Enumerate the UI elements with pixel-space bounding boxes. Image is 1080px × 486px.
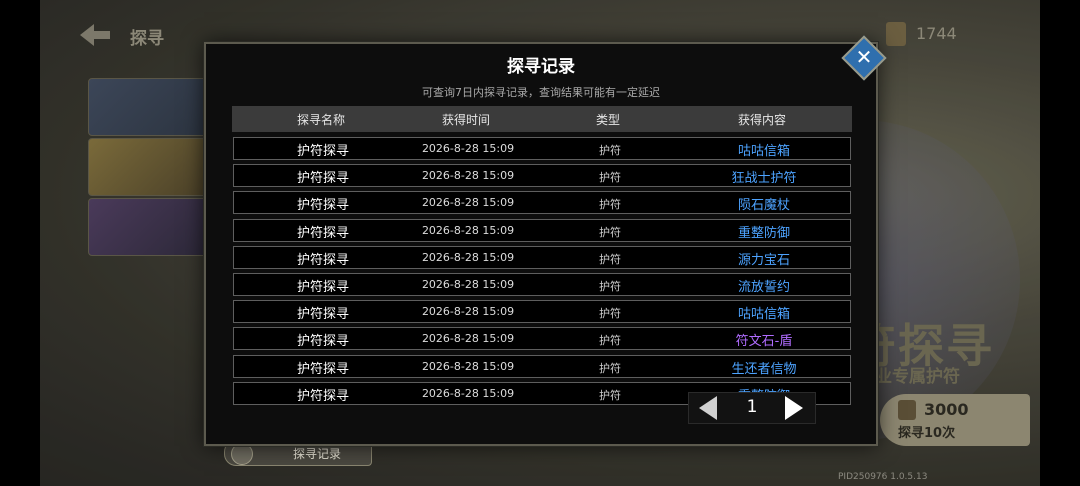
row-search-name: 护符探寻 xyxy=(296,198,349,214)
currency-icon xyxy=(898,400,916,420)
column-header-name: 探寻名称 xyxy=(296,113,345,127)
row-search-name: 护符探寻 xyxy=(296,279,349,295)
table-row: 护符探寻 2026-8-28 15:09 护符 源力宝石 xyxy=(233,245,851,269)
version-text: PID250976 1.0.5.13 xyxy=(838,472,928,482)
table-row: 护符探寻 2026-8-28 15:09 护符 咕咕信箱 xyxy=(233,300,851,324)
row-time: 2026-8-28 15:09 xyxy=(421,332,515,346)
row-item: 陨石魔杖 xyxy=(737,198,790,214)
row-item: 流放誓约 xyxy=(737,279,790,295)
table-header: 探寻名称 获得时间 类型 获得内容 xyxy=(232,106,852,132)
row-search-name: 护符探寻 xyxy=(296,388,349,404)
table-row: 护符探寻 2026-8-28 15:09 护符 咕咕信箱 xyxy=(233,137,851,160)
row-item: 重整防御 xyxy=(737,225,790,241)
row-time: 2026-8-28 15:09 xyxy=(421,223,515,237)
row-time: 2026-8-28 15:09 xyxy=(421,359,515,373)
row-item: 生还者信物 xyxy=(731,361,797,377)
column-header-type: 类型 xyxy=(595,113,620,127)
history-table: 护符探寻 2026-8-28 15:09 护符 咕咕信箱 护符探寻 2026-8-28 1… xyxy=(233,137,851,409)
row-item: 咕咕信箱 xyxy=(737,144,790,159)
column-header-item: 获得内容 xyxy=(737,113,786,127)
letterbox-left xyxy=(0,0,40,486)
table-row: 护符探寻 2026-8-28 15:09 护符 狂战士护符 xyxy=(233,164,851,188)
pagination: 1 xyxy=(688,392,816,424)
row-time: 2026-8-28 15:09 xyxy=(421,142,515,155)
row-item: 狂战士护符 xyxy=(731,171,797,187)
table-row: 护符探寻 2026-8-28 15:09 护符 流放誓约 xyxy=(233,272,851,296)
row-search-name: 护符探寻 xyxy=(296,171,349,187)
row-type: 护符 xyxy=(599,307,621,321)
row-type: 护符 xyxy=(599,225,621,239)
row-type: 护符 xyxy=(599,198,621,212)
search-icon xyxy=(231,443,253,465)
table-row: 护符探寻 2026-8-28 15:09 护符 生还者信物 xyxy=(233,354,851,378)
row-search-name: 护符探寻 xyxy=(296,307,349,323)
row-search-name: 护符探寻 xyxy=(296,144,349,159)
row-type: 护符 xyxy=(599,361,621,375)
row-type: 护符 xyxy=(599,279,621,293)
row-time: 2026-8-28 15:09 xyxy=(421,169,515,183)
banner-thumb-2[interactable] xyxy=(88,138,208,196)
banner-thumb-3[interactable] xyxy=(88,198,208,256)
row-type: 护符 xyxy=(599,388,621,402)
row-time: 2026-8-28 15:09 xyxy=(421,277,515,291)
row-search-name: 护符探寻 xyxy=(296,334,349,350)
row-time: 2026-8-28 15:09 xyxy=(421,305,515,319)
table-row: 护符探寻 2026-8-28 15:09 护符 符文石-盾 xyxy=(233,327,851,351)
history-tab-label: 探寻记录 xyxy=(293,447,342,461)
column-header-time: 获得时间 xyxy=(441,113,490,127)
row-type: 护符 xyxy=(599,171,621,185)
currency-icon xyxy=(886,22,906,46)
row-time: 2026-8-28 15:09 xyxy=(421,250,515,264)
row-search-name: 护符探寻 xyxy=(296,252,349,268)
draw-10-button[interactable]: 3000 探寻10次 xyxy=(880,394,1030,446)
letterbox-right xyxy=(1040,0,1080,486)
row-type: 护符 xyxy=(599,144,621,157)
prev-page-arrow-icon[interactable] xyxy=(699,396,717,420)
row-item: 源力宝石 xyxy=(737,252,790,268)
banner-thumb-1[interactable] xyxy=(88,78,208,136)
table-row: 护符探寻 2026-8-28 15:09 护符 陨石魔杖 xyxy=(233,191,851,215)
history-modal: 探寻记录 可查询7日内探寻记录，查询结果可能有一定延迟 探寻名称 获得时间 类型… xyxy=(204,42,878,446)
page-number: 1 xyxy=(746,397,758,417)
header-title: 探寻 xyxy=(130,29,164,49)
row-time: 2026-8-28 15:09 xyxy=(421,196,515,210)
table-row: 护符探寻 2026-8-28 15:09 护符 重整防御 xyxy=(233,218,851,242)
draw-cost: 3000 xyxy=(924,400,969,419)
row-item: 符文石-盾 xyxy=(735,334,793,350)
row-search-name: 护符探寻 xyxy=(296,225,349,241)
modal-title: 探寻记录 xyxy=(507,57,575,77)
next-page-arrow-icon[interactable] xyxy=(785,396,803,420)
row-type: 护符 xyxy=(599,334,621,348)
row-type: 护符 xyxy=(599,252,621,266)
close-icon[interactable]: ✕ xyxy=(848,42,880,74)
draw-label: 探寻10次 xyxy=(898,426,956,441)
back-arrow-icon[interactable] xyxy=(78,22,112,48)
row-search-name: 护符探寻 xyxy=(296,361,349,377)
currency-value: 1744 xyxy=(916,24,957,43)
row-time: 2026-8-28 15:09 xyxy=(421,386,515,400)
modal-note: 可查询7日内探寻记录，查询结果可能有一定延迟 xyxy=(422,86,660,99)
row-item: 咕咕信箱 xyxy=(737,307,790,323)
